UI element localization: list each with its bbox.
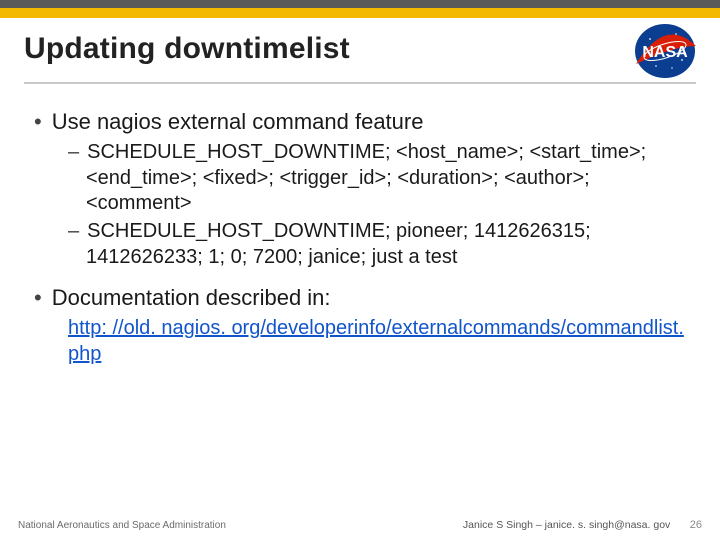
doc-link[interactable]: http: //old. nagios. org/developerinfo/e… (68, 316, 688, 367)
bullet-1-text: Use nagios external command feature (52, 109, 424, 134)
footer-author: Janice S Singh – janice. s. singh@nasa. … (463, 519, 670, 531)
footer: National Aeronautics and Space Administr… (0, 510, 720, 540)
sub-bullet-1: –SCHEDULE_HOST_DOWNTIME; <host_name>; <s… (68, 140, 692, 217)
footer-org: National Aeronautics and Space Administr… (18, 520, 226, 531)
topbar-gold (0, 8, 720, 18)
bullet-2: •Documentation described in: (34, 284, 692, 312)
bullet-1: •Use nagios external command feature (34, 108, 692, 136)
slide-title: Updating downtimelist (24, 32, 696, 66)
topbar-dark (0, 0, 720, 8)
sub-bullet-2: –SCHEDULE_HOST_DOWNTIME; pioneer; 141262… (68, 219, 692, 270)
sub-bullet-1-text: SCHEDULE_HOST_DOWNTIME; <host_name>; <st… (86, 141, 646, 214)
page-number: 26 (690, 519, 702, 531)
slide-body: •Use nagios external command feature –SC… (0, 84, 720, 367)
bullet-2-text: Documentation described in: (52, 285, 331, 310)
sub-bullet-2-text: SCHEDULE_HOST_DOWNTIME; pioneer; 1412626… (86, 220, 591, 268)
